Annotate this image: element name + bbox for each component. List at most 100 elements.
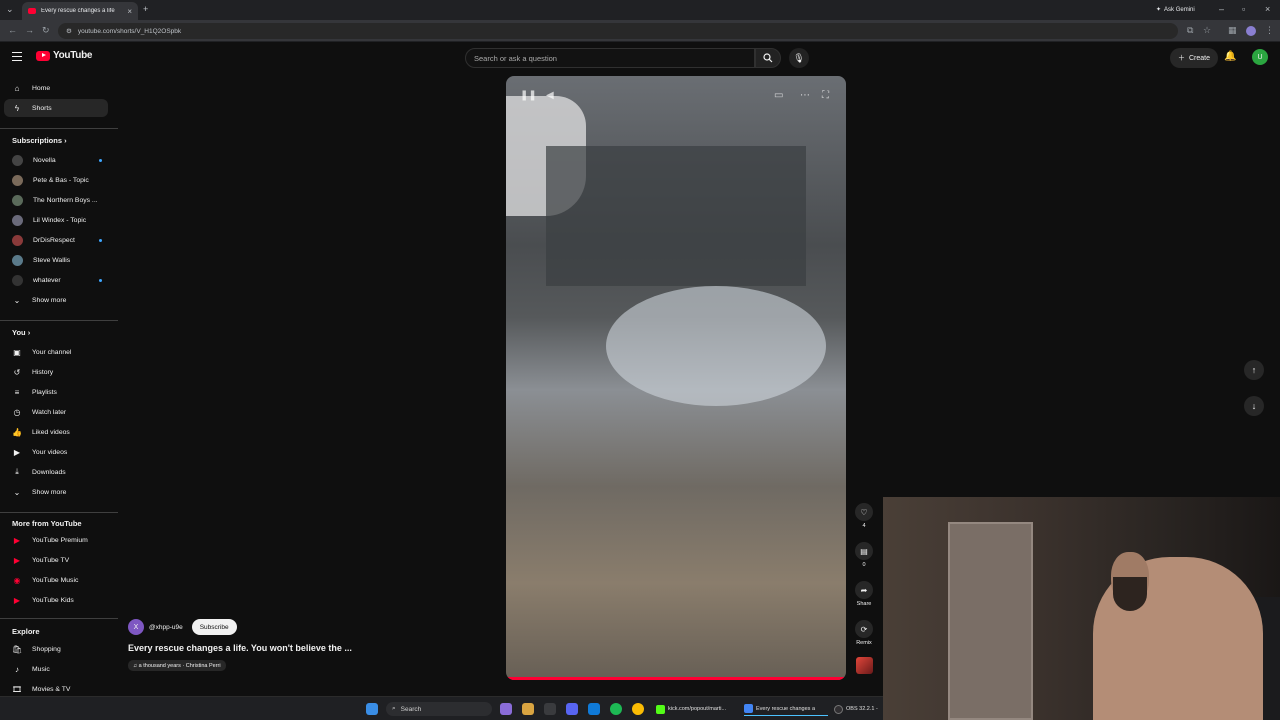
sidebar-item-youtube-kids[interactable]: ▶ YouTube Kids — [4, 591, 108, 609]
maximize-button[interactable]: ▫ — [1242, 4, 1245, 14]
reload-icon[interactable]: ↻ — [42, 25, 50, 36]
minimize-button[interactable]: – — [1219, 4, 1224, 14]
sidebar-item-subscription[interactable]: Lil Windex - Topic — [4, 211, 108, 229]
close-window-button[interactable]: × — [1265, 4, 1270, 14]
subscribe-button[interactable]: Subscribe — [191, 619, 237, 635]
ask-gemini-button[interactable]: ✦ Ask Gemini — [1150, 3, 1201, 16]
share-icon[interactable]: ➦ — [855, 581, 873, 599]
sidebar-item-show-more-subscriptions[interactable]: ⌄ Show more — [4, 291, 108, 309]
extensions-icon[interactable]: ▦ — [1228, 25, 1237, 36]
pause-icon[interactable]: ❚❚ — [520, 90, 537, 101]
sidebar-item-movies-tv[interactable]: 🎞 Movies & TV — [4, 680, 108, 694]
clock-icon: ◷ — [13, 407, 21, 417]
youtube-logo[interactable]: YouTube — [36, 50, 93, 61]
sound-thumbnail[interactable] — [856, 657, 873, 674]
next-short-button[interactable]: ↓ — [1244, 396, 1264, 416]
file-explorer-icon[interactable] — [522, 703, 534, 715]
video-title[interactable]: Every rescue changes a life. You won't b… — [128, 643, 352, 653]
sidebar-item-watch-later[interactable]: ◷ Watch later — [4, 403, 108, 421]
sidebar-item-subscription[interactable]: Pete & Bas - Topic — [4, 171, 108, 189]
url-omnibox[interactable]: ⚙ youtube.com/shorts/V_H1Q2OSpbk — [58, 23, 1178, 39]
chevron-down-icon: ⌄ — [13, 487, 21, 497]
sidebar-item-subscription[interactable]: whatever — [4, 271, 108, 289]
sidebar-item-label: whatever — [33, 276, 61, 284]
taskbar-app-obs[interactable]: OBS 32.2.1 - — [834, 702, 882, 716]
sidebar-item-history[interactable]: ↺ History — [4, 363, 108, 381]
previous-short-button[interactable]: ↑ — [1244, 360, 1264, 380]
sidebar-item-label: Movies & TV — [32, 685, 71, 693]
notifications-bell-icon[interactable]: 🔔 — [1224, 51, 1236, 62]
sidebar-item-shorts[interactable]: ϟ Shorts — [4, 99, 108, 117]
sidebar-item-subscription[interactable]: Novella — [4, 151, 108, 169]
microphone-icon: 🎙 — [793, 52, 805, 63]
start-menu-icon[interactable] — [366, 703, 378, 715]
comment-icon[interactable]: ▤ — [855, 542, 873, 560]
sidebar-item-show-more-you[interactable]: ⌄ Show more — [4, 483, 108, 501]
channel-name[interactable]: @xhpp-u9e — [149, 624, 183, 631]
more-options-icon[interactable]: ⋯ — [800, 90, 810, 101]
sidebar-item-subscription[interactable]: The Northern Boys ... — [4, 191, 108, 209]
shorts-video-player[interactable]: ❚❚ ◀ ▭ ⋯ ⛶ — [506, 76, 846, 680]
sidebar-item-youtube-tv[interactable]: ▶ YouTube TV — [4, 551, 108, 569]
sidebar-item-playlists[interactable]: ≡ Playlists — [4, 383, 108, 401]
sidebar-item-label: Your channel — [32, 348, 72, 356]
tab-close-icon[interactable]: × — [127, 7, 132, 16]
sidebar-item-your-channel[interactable]: ▣ Your channel — [4, 343, 108, 361]
browser-tab[interactable]: Every rescue changes a life × — [22, 2, 138, 20]
sidebar-item-music[interactable]: ♪ Music — [4, 660, 108, 678]
new-tab-button[interactable]: + — [143, 4, 148, 14]
sidebar-item-subscription[interactable]: DrDisRespect — [4, 231, 108, 249]
account-avatar[interactable]: U — [1252, 49, 1268, 65]
taskbar-app-label: OBS 32.2.1 - — [846, 706, 878, 712]
sidebar-item-label: YouTube Kids — [32, 596, 74, 604]
sidebar-item-your-videos[interactable]: ▶ Your videos — [4, 443, 108, 461]
arrow-down-icon: ↓ — [1251, 401, 1257, 411]
sidebar-item-liked-videos[interactable]: 👍 Liked videos — [4, 423, 108, 441]
create-button[interactable]: ＋ Create — [1170, 48, 1219, 68]
music-chip[interactable]: ♫ a thousand years · Christina Perri — [128, 660, 226, 671]
profile-avatar-icon[interactable] — [1246, 26, 1256, 36]
volume-icon[interactable]: ◀ — [546, 90, 554, 101]
sidebar-item-youtube-premium[interactable]: ▶ YouTube Premium — [4, 531, 108, 549]
app-icon[interactable] — [544, 703, 556, 715]
install-app-icon[interactable]: ⧉ — [1187, 25, 1193, 36]
more-menu-icon[interactable]: ⋮ — [1265, 25, 1274, 36]
sidebar-item-home[interactable]: ⌂ Home — [4, 79, 108, 97]
channel-avatar[interactable]: X — [128, 619, 144, 635]
heart-icon[interactable]: ♡ — [855, 503, 873, 521]
voice-search-button[interactable]: 🎙 — [789, 48, 809, 68]
like-action[interactable]: ♡ 4 — [854, 503, 874, 529]
remix-icon[interactable]: ⟳ — [855, 620, 873, 638]
site-info-icon[interactable]: ⚙ — [66, 27, 72, 35]
thumbs-up-icon: 👍 — [12, 427, 22, 437]
taskbar-app-chrome[interactable]: Every rescue changes a — [744, 702, 828, 716]
sidebar-item-shopping[interactable]: 🛍 Shopping — [4, 640, 108, 658]
hamburger-menu-icon[interactable] — [12, 52, 22, 62]
sidebar-item-downloads[interactable]: ⤓ Downloads — [4, 463, 108, 481]
discord-icon[interactable] — [566, 703, 578, 715]
bookmark-star-icon[interactable]: ☆ — [1203, 25, 1211, 36]
channel-avatar — [12, 174, 23, 186]
sidebar-item-youtube-music[interactable]: ◉ YouTube Music — [4, 571, 108, 589]
forward-icon[interactable]: → — [25, 25, 34, 35]
spotify-icon[interactable] — [610, 703, 622, 715]
share-action[interactable]: ➦ Share — [854, 581, 874, 607]
edge-icon[interactable] — [588, 703, 600, 715]
copilot-icon[interactable] — [500, 703, 512, 715]
sidebar-item-label: Show more — [32, 296, 67, 304]
search-input[interactable]: Search or ask a question — [465, 48, 755, 68]
you-heading[interactable]: You › — [12, 328, 30, 337]
progress-bar[interactable] — [506, 677, 846, 680]
tab-search-icon[interactable]: ⌄ — [6, 4, 14, 15]
chrome-icon[interactable] — [632, 703, 644, 715]
taskbar-app-kick[interactable]: kick.com/popout/marti... — [656, 702, 736, 716]
remix-action[interactable]: ⟳ Remix — [854, 620, 874, 646]
sidebar-item-subscription[interactable]: Steve Wallis — [4, 251, 108, 269]
fullscreen-icon[interactable]: ⛶ — [822, 90, 829, 101]
search-button[interactable] — [755, 48, 781, 68]
taskbar-search[interactable]: ⌕ Search — [386, 702, 492, 716]
subscriptions-heading[interactable]: Subscriptions › — [12, 136, 67, 145]
comments-action[interactable]: ▤ 0 — [854, 542, 874, 568]
captions-icon[interactable]: ▭ — [774, 90, 783, 101]
back-icon[interactable]: ← — [8, 25, 17, 35]
